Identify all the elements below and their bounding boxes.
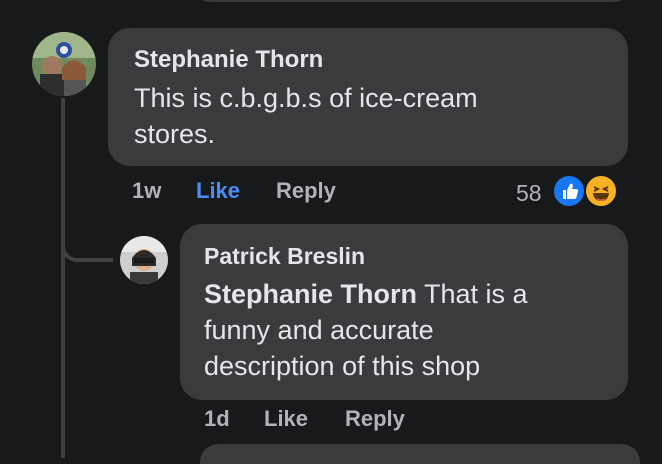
thread-line	[61, 98, 65, 458]
reply-text-line: Stephanie Thorn That is a	[204, 276, 528, 312]
reply-connector-line	[61, 216, 113, 262]
comment-author[interactable]: Stephanie Thorn	[134, 46, 323, 74]
comment-text-line: This is c.b.g.b.s of ice-cream	[134, 83, 478, 113]
reply-button[interactable]: Reply	[276, 178, 336, 204]
reply-actions: 1d Like Reply	[0, 406, 662, 436]
comment-bubble: Stephanie Thorn This is c.b.g.b.s of ice…	[108, 28, 628, 166]
avatar-photo-icon	[120, 236, 168, 284]
reply-button[interactable]: Reply	[345, 406, 405, 432]
reply-avatar[interactable]	[120, 236, 168, 284]
reply-bubble: Patrick Breslin Stephanie Thorn That is …	[180, 224, 628, 400]
comment-text-line: stores.	[134, 119, 216, 149]
avatar[interactable]	[32, 32, 96, 96]
avatar-photo-icon	[32, 32, 96, 96]
haha-icon	[584, 174, 618, 208]
like-icon	[552, 174, 586, 208]
reply-timestamp[interactable]: 1d	[204, 406, 230, 432]
reply-author[interactable]: Patrick Breslin	[204, 242, 365, 270]
mention-link[interactable]: Stephanie Thorn	[204, 279, 417, 309]
reply-text-line: funny and accurate	[204, 315, 434, 345]
comment-timestamp[interactable]: 1w	[132, 178, 161, 204]
like-button[interactable]: Like	[196, 178, 240, 204]
next-reply-bubble	[200, 444, 640, 464]
like-button[interactable]: Like	[264, 406, 308, 432]
reaction-count: 58	[516, 180, 542, 206]
reply-text-line: description of this shop	[204, 351, 481, 381]
previous-comment-bubble	[192, 0, 632, 2]
reply-text: That is a	[417, 279, 528, 309]
